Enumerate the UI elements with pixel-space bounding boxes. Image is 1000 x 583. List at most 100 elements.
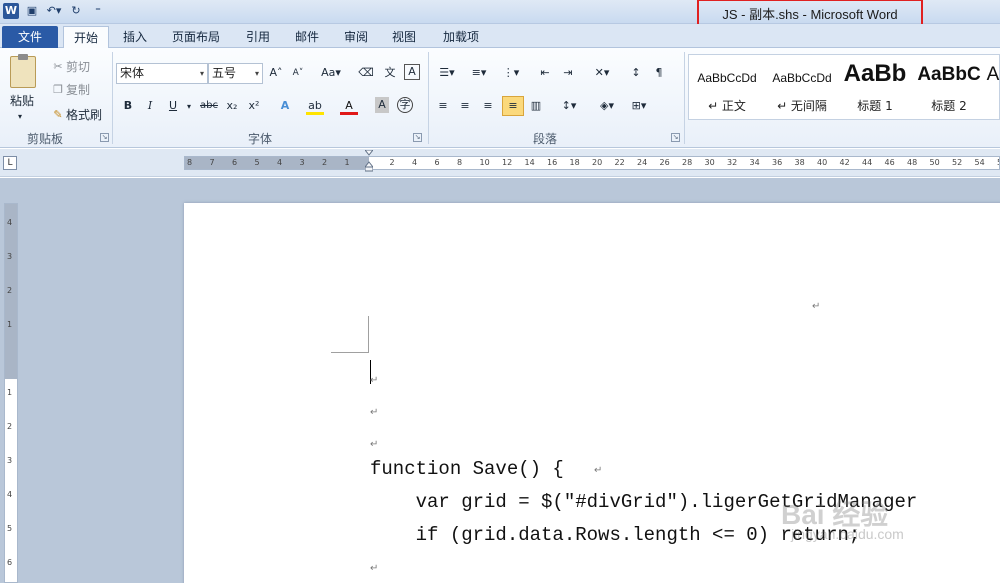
borders-icon[interactable]: ⊞▾ xyxy=(626,97,652,115)
ruler-tick: 44 xyxy=(862,158,873,167)
show-marks-icon[interactable]: ¶ xyxy=(650,64,668,82)
format-painter-button[interactable]: ✎ 格式刷 xyxy=(50,106,102,123)
paste-dropdown-icon[interactable]: ▾ xyxy=(18,112,22,121)
style-normal[interactable]: AaBbCcDd ↵ 正文 xyxy=(689,55,765,119)
undo-icon[interactable]: ↶▾ xyxy=(46,3,62,19)
increase-indent-icon[interactable]: ⇥ xyxy=(559,64,577,82)
paragraph-mark: ↵ xyxy=(370,563,379,574)
tab-selector-icon[interactable]: L xyxy=(3,156,17,170)
ruler-tick: 8 xyxy=(187,158,193,167)
paragraph-launcher-icon[interactable]: ↘ xyxy=(671,133,680,142)
copy-button[interactable]: ❐ 复制 xyxy=(50,81,90,98)
character-shading-icon[interactable]: A xyxy=(375,97,389,113)
subscript-icon[interactable]: x₂ xyxy=(223,97,241,115)
tab-view[interactable]: 视图 xyxy=(384,26,424,48)
style-normal-sample: AaBbCcDd xyxy=(697,71,757,85)
paragraph-mark: ↵ xyxy=(370,407,379,418)
font-color-icon[interactable]: A xyxy=(340,97,358,115)
tab-home[interactable]: 开始 xyxy=(63,26,109,49)
align-left-icon[interactable]: ≡ xyxy=(434,97,452,115)
underline-dropdown-icon[interactable]: ▾ xyxy=(180,98,198,116)
ruler-tick: 26 xyxy=(659,158,670,167)
save-icon[interactable]: ▣ xyxy=(24,3,40,19)
paste-button[interactable]: 粘贴 xyxy=(10,92,34,109)
distributed-icon[interactable]: ▥ xyxy=(527,97,545,115)
paragraph-mark: ↵ xyxy=(812,301,821,312)
chinese-layout-icon[interactable]: ✕▾ xyxy=(589,64,615,82)
margin-corner-vertical xyxy=(368,316,369,353)
ruler-tick: 2 xyxy=(389,158,395,167)
style-title-sample: A xyxy=(986,64,1000,85)
decrease-indent-icon[interactable]: ⇤ xyxy=(536,64,554,82)
font-size-combo[interactable]: 五号 ▾ xyxy=(208,63,263,84)
horizontal-ruler[interactable]: 8 7 6 5 4 3 2 1 2 4 6 8 10 12 14 16 18 20 22 24 26 28 30 32 34 36… xyxy=(184,156,1000,170)
shrink-font-icon[interactable]: A˅ xyxy=(289,64,307,82)
margin-corner-horizontal xyxy=(331,352,369,353)
highlight-color-icon[interactable]: ab xyxy=(306,97,324,115)
tab-page-layout[interactable]: 页面布局 xyxy=(163,26,229,48)
superscript-icon[interactable]: x² xyxy=(245,97,263,115)
clear-format-icon[interactable]: ⌫ xyxy=(357,64,375,82)
character-border-icon[interactable]: A xyxy=(404,64,420,80)
numbering-icon[interactable]: ≡▾ xyxy=(466,64,492,82)
shading-icon[interactable]: ◈▾ xyxy=(594,97,620,115)
tab-review[interactable]: 审阅 xyxy=(336,26,376,48)
tab-file[interactable]: 文件 xyxy=(2,26,58,48)
font-name-combo[interactable]: 宋体 ▾ xyxy=(116,63,208,84)
text-effects-icon[interactable]: A xyxy=(276,97,294,115)
style-heading-2[interactable]: AaBbC 标题 2 xyxy=(913,55,985,119)
ruler-tick: 48 xyxy=(907,158,918,167)
ruler-tick: 18 xyxy=(569,158,580,167)
customize-icon[interactable]: ⁼ xyxy=(90,3,106,19)
enclose-characters-icon[interactable]: 字 xyxy=(397,97,413,113)
ribbon-tabs: 文件 开始 插入 页面布局 引用 邮件 审阅 视图 加载项 xyxy=(0,24,1000,49)
ruler-tick: 1 xyxy=(7,320,13,329)
tab-references[interactable]: 引用 xyxy=(238,26,278,48)
paste-label: 粘贴 xyxy=(10,94,35,108)
clipboard-launcher-icon[interactable]: ↘ xyxy=(100,133,109,142)
code-line-1[interactable]: function Save() { xyxy=(370,458,564,480)
ruler-tick: 4 xyxy=(7,218,13,227)
ruler-tick: 3 xyxy=(7,456,13,465)
ruler-area: L 8 7 6 5 4 3 2 1 2 4 6 8 10 12 14 16 18 20 22 24 26 28 30 32 34… xyxy=(0,149,1000,177)
tab-addins[interactable]: 加载项 xyxy=(433,26,489,48)
style-heading-2-sample: AaBbC xyxy=(917,64,981,85)
ruler-tick: 40 xyxy=(817,158,828,167)
quick-access-toolbar: ▣ ↶▾ ↻ ⁼ xyxy=(24,3,106,19)
align-center-icon[interactable]: ≡ xyxy=(456,97,474,115)
bold-icon[interactable]: B xyxy=(119,97,137,115)
grow-font-icon[interactable]: A˄ xyxy=(267,64,285,82)
ruler-tick: 2 xyxy=(322,158,328,167)
tab-mailings[interactable]: 邮件 xyxy=(287,26,327,48)
vertical-ruler[interactable]: 4 3 2 1 1 2 3 4 5 6 xyxy=(4,203,18,583)
style-heading-1[interactable]: AaBb 标题 1 xyxy=(839,55,911,119)
style-no-spacing[interactable]: AaBbCcDd ↵ 无间隔 xyxy=(765,55,839,119)
change-case-icon[interactable]: Aa▾ xyxy=(318,64,344,82)
align-right-icon[interactable]: ≡ xyxy=(479,97,497,115)
paste-icon[interactable] xyxy=(10,54,36,88)
style-heading-1-name: 标题 1 xyxy=(857,99,893,113)
ruler-tick: 12 xyxy=(502,158,513,167)
ruler-tick: 6 xyxy=(434,158,440,167)
multilevel-list-icon[interactable]: ⋮▾ xyxy=(498,64,524,82)
ruler-tick: 5 xyxy=(254,158,260,167)
sort-icon[interactable]: ↕ xyxy=(627,64,645,82)
line-spacing-icon[interactable]: ↕▾ xyxy=(556,97,582,115)
redo-icon[interactable]: ↻ xyxy=(68,3,84,19)
cut-button[interactable]: ✂ 剪切 xyxy=(50,58,90,75)
ruler-tick: 4 xyxy=(412,158,418,167)
font-launcher-icon[interactable]: ↘ xyxy=(413,133,422,142)
justify-icon[interactable]: ≡ xyxy=(502,96,524,116)
brush-icon: ✎ xyxy=(53,107,63,121)
strikethrough-icon[interactable]: abc xyxy=(198,97,220,115)
ruler-tick: 34 xyxy=(749,158,760,167)
scissors-icon: ✂ xyxy=(53,59,63,73)
ruler-tick: 3 xyxy=(7,252,13,261)
italic-icon[interactable]: I xyxy=(141,97,159,115)
word-app-icon[interactable]: W xyxy=(3,3,19,19)
phonetic-guide-icon[interactable]: 文 xyxy=(381,64,399,82)
tab-insert[interactable]: 插入 xyxy=(115,26,155,48)
style-title[interactable]: A xyxy=(985,55,1000,119)
bullets-icon[interactable]: ☰▾ xyxy=(434,64,460,82)
indent-marker-icon[interactable] xyxy=(365,150,373,172)
